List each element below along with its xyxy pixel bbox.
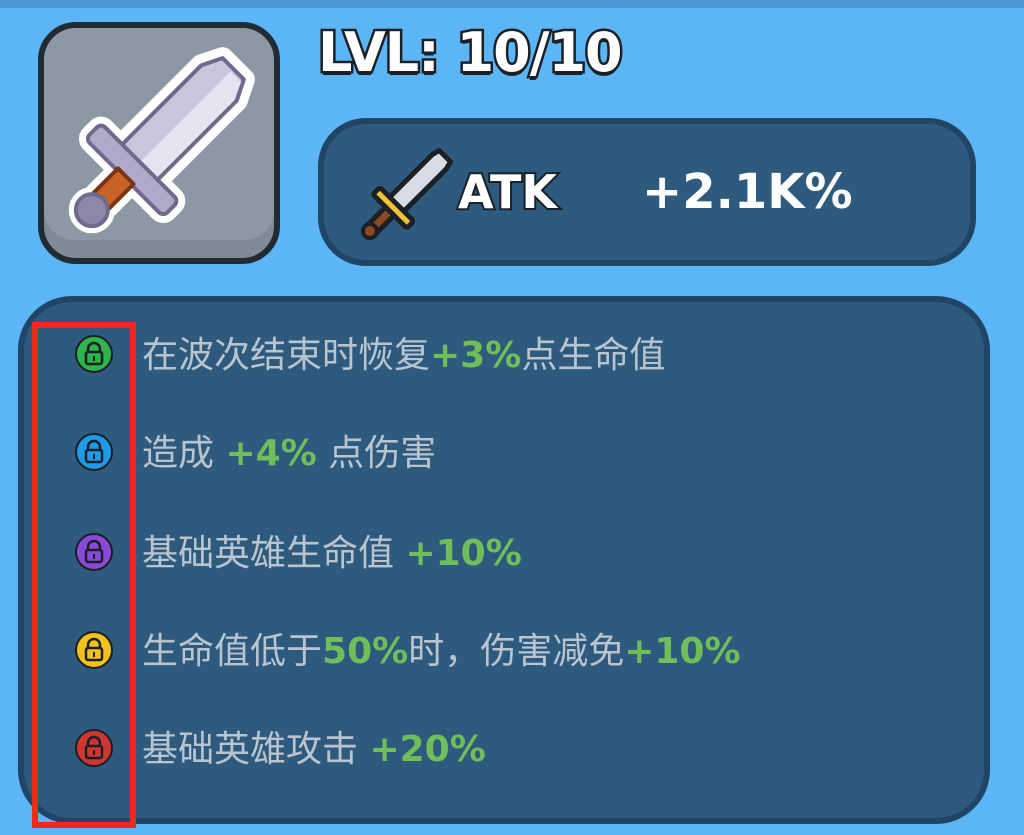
perks-panel: 在波次结束时恢复+3%点生命值 造成 +4% 点伤害 基础英雄生命值 +10% 生命值…	[18, 296, 990, 824]
attack-stat-panel: ATK +2.1K%	[318, 118, 976, 266]
stat-label: ATK	[456, 163, 559, 221]
small-sword-icon	[360, 147, 454, 241]
perk-value: +10%	[624, 631, 741, 672]
annotation-highlight-box	[32, 322, 136, 828]
perk-value: +3%	[430, 335, 522, 376]
perk-text: 生命值低于50%时，伤害减免+10%	[142, 622, 741, 682]
perk-description: 基础英雄生命值	[142, 533, 406, 574]
perk-row: 生命值低于50%时，伤害减免+10%	[24, 622, 964, 682]
perk-description: 点伤害	[316, 433, 437, 474]
perk-row: 造成 +4% 点伤害	[24, 424, 964, 484]
top-border	[0, 0, 1024, 8]
perk-value: +10%	[405, 533, 522, 574]
perk-row: 基础英雄攻击 +20%	[24, 720, 964, 780]
stat-value: +2.1K%	[642, 164, 853, 220]
perk-value: +4%	[225, 433, 317, 474]
perk-row: 在波次结束时恢复+3%点生命值	[24, 326, 964, 386]
perk-description: 点生命值	[521, 335, 666, 376]
perk-text: 在波次结束时恢复+3%点生命值	[142, 326, 665, 386]
perk-description: 生命值低于	[142, 631, 323, 672]
item-icon-frame[interactable]	[38, 22, 280, 264]
level-label: LVL: 10/10	[316, 19, 626, 87]
perk-description: 造成	[142, 433, 226, 474]
perk-row: 基础英雄生命值 +10%	[24, 524, 964, 584]
perk-value: 50%	[322, 631, 409, 672]
perk-text: 造成 +4% 点伤害	[142, 424, 436, 484]
perk-text: 基础英雄攻击 +20%	[142, 720, 486, 780]
perk-value: +20%	[369, 729, 486, 770]
perk-description: 在波次结束时恢复	[142, 335, 431, 376]
perk-text: 基础英雄生命值 +10%	[142, 524, 522, 584]
perk-description: 时，伤害减免	[408, 631, 625, 672]
perk-description: 基础英雄攻击	[142, 729, 370, 770]
sword-icon	[68, 47, 255, 234]
